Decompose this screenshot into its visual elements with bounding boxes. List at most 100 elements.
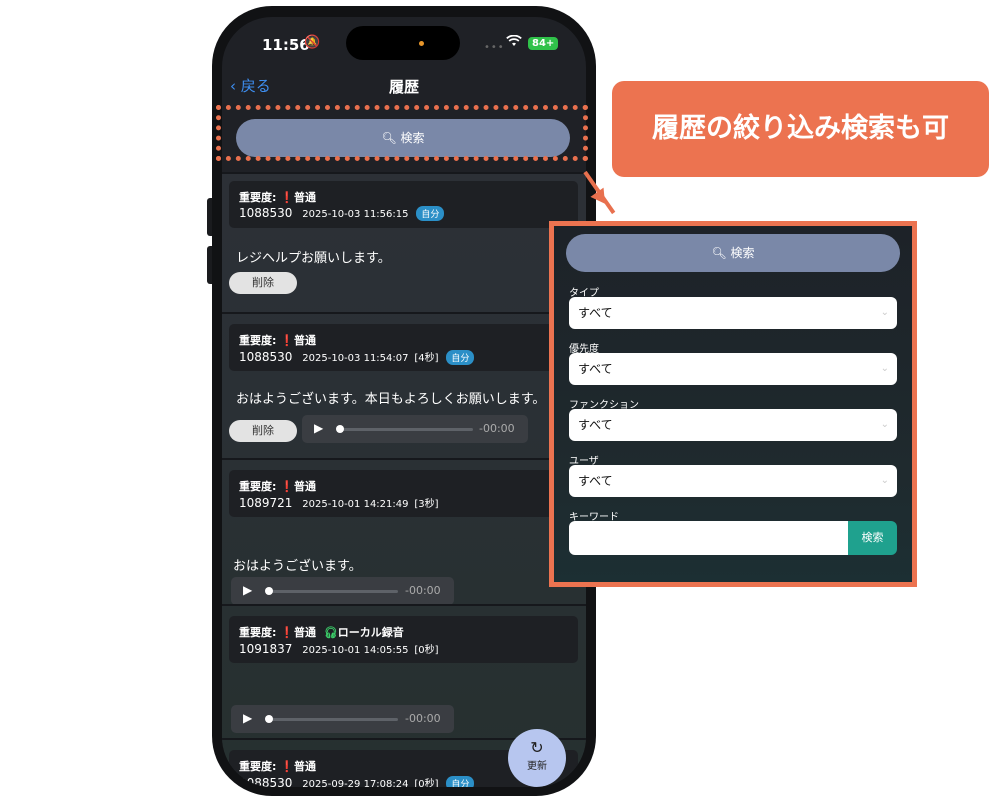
message-text: おはようございます。本日もよろしくお願いします。: [236, 392, 546, 407]
keyword-search-button[interactable]: 検索: [848, 521, 897, 555]
filter-panel: 🔍︎ 検索 タイプ すべて ⌄ 優先度 すべて ⌄ ファンクション すべて ⌄ …: [549, 221, 917, 587]
duration: [4秒]: [414, 353, 439, 364]
history-item-header: 重要度: ❗普通 1089721 2025-10-01 14:21:49 [3秒…: [229, 470, 578, 517]
user-id: 1088530: [239, 350, 293, 364]
audio-time: -00:00: [479, 422, 515, 435]
importance-row: 重要度: ❗普通: [239, 332, 316, 348]
importance-value: 普通: [293, 626, 316, 639]
exclamation-icon: ❗: [280, 480, 294, 493]
refresh-label: 更新: [527, 761, 547, 772]
filter-search-label: 検索: [730, 246, 755, 260]
importance-label: 重要度:: [239, 626, 277, 639]
datetime: 2025-10-01 14:21:49: [302, 499, 409, 510]
importance-value: 普通: [293, 480, 316, 493]
meta-row: 1088530 2025-09-29 17:08:24 [0秒] 自分: [239, 775, 475, 787]
history-item-header: 重要度: ❗普通 1088530 2025-10-03 11:56:15 自分: [229, 181, 578, 228]
importance-label: 重要度:: [239, 480, 277, 493]
history-item: 重要度: ❗普通 🎧︎ローカル録音 1091837 2025-10-01 14:…: [222, 604, 586, 740]
datetime: 2025-09-29 17:08:24: [302, 779, 409, 787]
page-title: 履歴: [388, 78, 419, 96]
duration: [3秒]: [414, 499, 439, 510]
meta-row: 1088530 2025-10-03 11:56:15 自分: [239, 206, 445, 221]
history-list[interactable]: 重要度: ❗普通 1088530 2025-10-03 11:56:15 自分 …: [222, 172, 586, 787]
status-bar: 11:56 🔕 ••• 84+: [222, 17, 586, 73]
priority-select-value: すべて: [578, 362, 613, 376]
exclamation-icon: ❗: [280, 191, 294, 204]
battery-indicator: 84+: [528, 37, 559, 50]
headphones-icon: 🎧︎: [323, 626, 338, 639]
importance-label: 重要度:: [239, 334, 277, 347]
importance-row: 重要度: ❗普通: [239, 189, 316, 205]
history-item: 重要度: ❗普通 1088530 2025-10-03 11:54:07 [4秒…: [222, 312, 586, 460]
importance-value: 普通: [293, 760, 316, 773]
dynamic-island: [346, 26, 460, 60]
type-select[interactable]: すべて ⌄: [569, 297, 897, 329]
importance-value: 普通: [293, 191, 316, 204]
message-text: レジヘルプお願いします。: [236, 251, 391, 266]
audio-progress-track[interactable]: [267, 718, 398, 721]
audio-player: ▶ -00:00: [231, 577, 454, 605]
history-item: 重要度: ❗普通 1088530 2025-10-03 11:56:15 自分 …: [222, 172, 586, 314]
history-item-header: 重要度: ❗普通 🎧︎ローカル録音 1091837 2025-10-01 14:…: [229, 616, 578, 663]
meta-row: 1089721 2025-10-01 14:21:49 [3秒]: [239, 495, 439, 510]
chevron-down-icon: ⌄: [880, 363, 889, 374]
wifi-icon: [506, 34, 522, 51]
audio-progress-track[interactable]: [267, 590, 398, 593]
audio-time: -00:00: [405, 712, 441, 725]
play-icon[interactable]: ▶: [243, 711, 252, 725]
datetime: 2025-10-03 11:56:15: [302, 209, 409, 220]
type-select-value: すべて: [578, 306, 613, 320]
datetime: 2025-10-01 14:05:55: [302, 645, 409, 656]
audio-progress-knob[interactable]: [265, 715, 273, 723]
meta-row: 1088530 2025-10-03 11:54:07 [4秒] 自分: [239, 349, 475, 365]
self-badge: 自分: [446, 776, 475, 787]
importance-row: 重要度: ❗普通: [239, 758, 316, 774]
duration: [0秒]: [414, 779, 439, 787]
user-id: 1091837: [239, 642, 293, 656]
audio-progress-knob[interactable]: [265, 587, 273, 595]
highlight-search-box: [216, 105, 588, 161]
audio-progress-track[interactable]: [338, 428, 473, 431]
delete-button[interactable]: 削除: [229, 272, 297, 294]
user-select-value: すべて: [578, 474, 613, 488]
importance-value: 普通: [293, 334, 316, 347]
privacy-indicator: [419, 41, 424, 46]
refresh-icon: ↻: [530, 738, 544, 757]
self-badge: 自分: [416, 206, 445, 221]
keyword-input[interactable]: [569, 521, 848, 555]
search-icon: 🔍︎: [711, 246, 727, 260]
user-id: 1089721: [239, 496, 293, 510]
chevron-down-icon: ⌄: [880, 419, 889, 430]
priority-select[interactable]: すべて ⌄: [569, 353, 897, 385]
importance-label: 重要度:: [239, 760, 277, 773]
play-icon[interactable]: ▶: [243, 583, 252, 597]
meta-row: 1091837 2025-10-01 14:05:55 [0秒]: [239, 641, 439, 656]
exclamation-icon: ❗: [280, 760, 294, 773]
filter-search-button[interactable]: 🔍︎ 検索: [566, 234, 900, 272]
audio-time: -00:00: [405, 584, 441, 597]
audio-progress-knob[interactable]: [336, 425, 344, 433]
local-recording-label: ローカル録音: [337, 626, 404, 639]
function-select[interactable]: すべて ⌄: [569, 409, 897, 441]
signal-icon: •••: [484, 42, 505, 53]
user-select[interactable]: すべて ⌄: [569, 465, 897, 497]
bell-slash-icon: 🔕: [304, 35, 321, 50]
callout-banner: 履歴の絞り込み検索も可: [612, 81, 989, 177]
history-item-header: 重要度: ❗普通 1088530 2025-10-03 11:54:07 [4秒…: [229, 324, 578, 371]
audio-player: ▶ -00:00: [231, 705, 454, 733]
refresh-button[interactable]: ↻ 更新: [508, 729, 566, 787]
history-item: 重要度: ❗普通 1089721 2025-10-01 14:21:49 [3秒…: [222, 458, 586, 606]
play-icon[interactable]: ▶: [314, 421, 323, 435]
message-text: おはようございます。: [233, 559, 362, 574]
user-id: 1088530: [239, 206, 293, 220]
nav-bar: ‹ 戻る 履歴: [222, 73, 586, 103]
delete-button[interactable]: 削除: [229, 420, 297, 442]
user-id: 1088530: [239, 776, 293, 787]
importance-row: 重要度: ❗普通: [239, 478, 316, 494]
duration: [0秒]: [414, 645, 439, 656]
function-select-value: すべて: [578, 418, 613, 432]
chevron-down-icon: ⌄: [880, 307, 889, 318]
datetime: 2025-10-03 11:54:07: [302, 353, 409, 364]
exclamation-icon: ❗: [280, 334, 294, 347]
self-badge: 自分: [446, 350, 475, 365]
